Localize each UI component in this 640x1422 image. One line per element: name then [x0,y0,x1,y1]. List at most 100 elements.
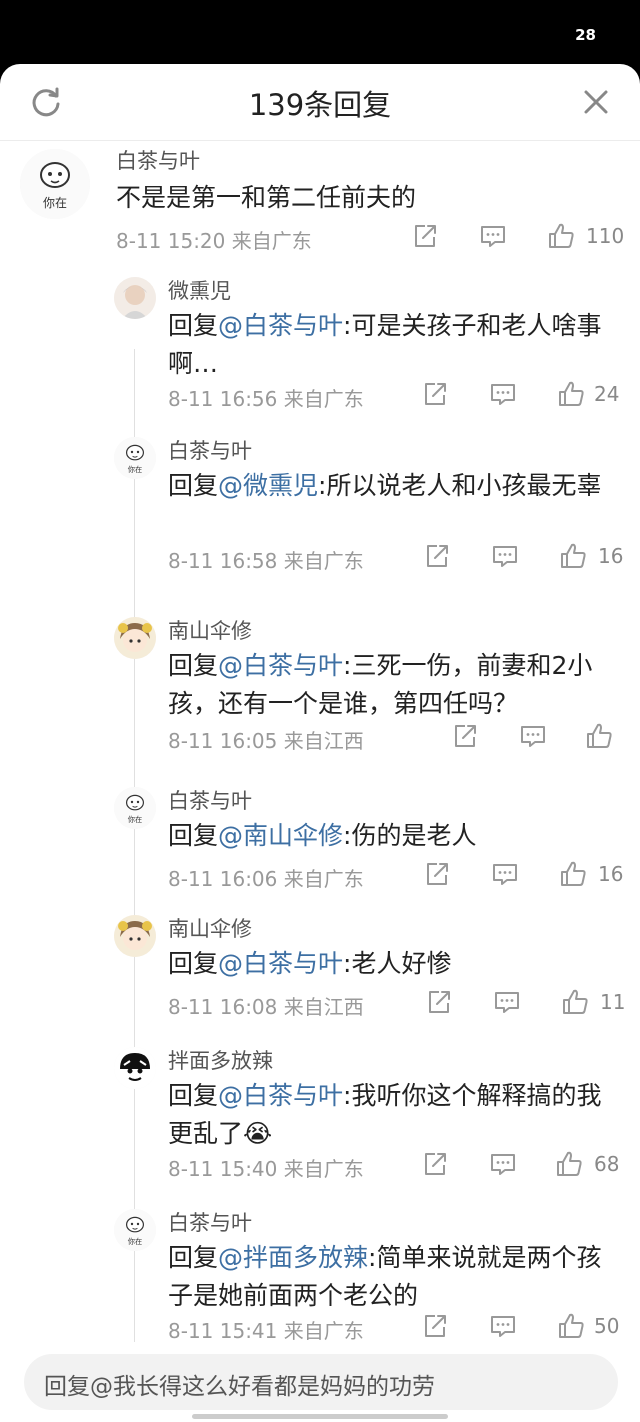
comment-icon[interactable] [488,379,518,409]
svg-text:你在: 你在 [128,815,142,824]
like-count: 16 [598,544,624,568]
username[interactable]: 白茶与叶 [116,145,200,175]
comment-body: :老人好惨 [343,949,452,978]
reply-prefix: 回复 [168,821,219,850]
username[interactable]: 白茶与叶 [168,435,252,465]
share-icon[interactable] [450,721,480,751]
comment-meta: 8-11 16:05 来自江西 [168,725,364,754]
like-count: 68 [594,1152,620,1176]
like-icon[interactable] [556,379,586,409]
close-icon[interactable] [578,84,614,120]
svg-text:你在: 你在 [128,1237,142,1246]
comment-location: 来自广东 [283,1319,364,1342]
like-icon[interactable] [560,987,590,1017]
comment-icon[interactable] [518,721,548,751]
mention-link[interactable]: @白茶与叶 [218,311,343,340]
avatar[interactable]: 你在 [114,437,156,479]
like-icon[interactable] [584,721,614,751]
comment-meta: 8-11 15:40 来自广东 [168,1153,364,1182]
username[interactable]: 白茶与叶 [168,1207,252,1237]
avatar[interactable] [114,277,156,319]
comment-meta: 8-11 15:20 来自广东 [116,225,312,254]
mention-link[interactable]: @南山伞修 [218,821,343,850]
share-icon[interactable] [410,221,440,251]
avatar[interactable]: 你在 [114,787,156,829]
reply-prefix: 回复 [168,651,219,680]
comment-icon[interactable] [492,987,522,1017]
comment-time: 8-11 15:20 [116,229,226,253]
mention-link[interactable]: @白茶与叶 [218,1081,343,1110]
like-icon[interactable] [556,1311,586,1341]
share-icon[interactable] [420,379,450,409]
comment-location: 来自广东 [283,387,364,411]
share-icon[interactable] [422,541,452,571]
like-icon[interactable] [546,221,576,251]
like-icon[interactable] [554,1149,584,1179]
comment-text: 回复@白茶与叶:老人好惨 [168,945,610,983]
username[interactable]: 白茶与叶 [168,785,252,815]
comment-text: 回复@南山伞修:伤的是老人 [168,817,610,855]
mention-link[interactable]: @拌面多放辣 [218,1243,368,1272]
comment-time: 8-11 16:56 [168,387,278,411]
comment-location: 来自广东 [283,1157,364,1181]
share-icon[interactable] [420,1311,450,1341]
comment-icon[interactable] [488,1311,518,1341]
thread-line [134,349,135,1342]
comment-body: :所以说老人和小孩最无辜 [318,471,602,500]
comment-location: 来自江西 [283,729,364,753]
share-icon[interactable] [420,1149,450,1179]
comment-text: 回复@拌面多放辣:简单来说就是两个孩子是她前面两个老公的 [168,1239,610,1315]
comment-icon[interactable] [490,859,520,889]
comment-icon[interactable] [490,541,520,571]
like-count: 24 [594,382,620,406]
comment-time: 8-11 16:08 [168,995,278,1019]
like-icon[interactable] [558,859,588,889]
comment-meta: 8-11 16:08 来自江西 [168,991,364,1020]
avatar[interactable] [114,1047,156,1089]
comment-icon[interactable] [478,221,508,251]
status-bar: 28 [0,0,640,64]
comment-text: 回复@白茶与叶:三死一伤，前妻和2小孩，还有一个是谁，第四任吗？ [168,647,610,723]
comment-location: 来自广东 [231,229,312,253]
avatar[interactable] [114,915,156,957]
comment-text: 回复@白茶与叶:可是关孩子和老人啥事啊… [168,307,610,383]
comment-icon[interactable] [488,1149,518,1179]
comment-text: 不是是第一和第二任前夫的 [116,179,610,217]
sheet-header: 139条回复 [0,64,640,141]
share-icon[interactable] [422,859,452,889]
mention-link[interactable]: @白茶与叶 [218,949,343,978]
username[interactable]: 南山伞修 [168,913,252,943]
comment-text: 回复@微熏児:所以说老人和小孩最无辜 [168,467,610,505]
comment-meta: 8-11 16:06 来自广东 [168,863,364,892]
share-icon[interactable] [424,987,454,1017]
reply-prefix: 回复 [168,1081,219,1110]
reply-prefix: 回复 [168,1243,219,1272]
like-icon[interactable] [558,541,588,571]
home-indicator [192,1414,448,1419]
reply-prefix: 回复 [168,471,219,500]
avatar[interactable]: 你在 [20,149,90,219]
comment-meta: 8-11 15:41 来自广东 [168,1315,364,1342]
username[interactable]: 南山伞修 [168,615,252,645]
comment-list[interactable]: 你在 白茶与叶 不是是第一和第二任前夫的 8-11 15:20 来自广东 110 微熏児回… [0,141,640,1342]
comment-time: 8-11 16:05 [168,729,278,753]
reply-input[interactable]: 回复@我长得这么好看都是妈妈的功劳 [24,1354,618,1410]
comment-time: 8-11 16:58 [168,549,278,573]
username[interactable]: 拌面多放辣 [168,1045,273,1075]
comment-meta: 8-11 16:56 来自广东 [168,383,364,412]
svg-text:你在: 你在 [43,196,67,210]
svg-text:你在: 你在 [128,465,142,474]
username[interactable]: 微熏児 [168,275,231,305]
avatar[interactable] [114,617,156,659]
avatar[interactable]: 你在 [114,1209,156,1251]
reply-prefix: 回复 [168,311,219,340]
mention-link[interactable]: @白茶与叶 [218,651,343,680]
comment-time: 8-11 15:40 [168,1157,278,1181]
comment-location: 来自广东 [283,867,364,891]
reply-input-placeholder: 回复@我长得这么好看都是妈妈的功劳 [44,1374,435,1400]
comment-meta: 8-11 16:58 来自广东 [168,545,364,574]
replies-sheet: 139条回复 你在 白茶与叶 不是是第一和第二任前夫的 8-11 15:20 来自广东… [0,64,640,1422]
like-count: 110 [586,224,625,248]
mention-link[interactable]: @微熏児 [218,471,318,500]
like-count: 16 [598,862,624,886]
